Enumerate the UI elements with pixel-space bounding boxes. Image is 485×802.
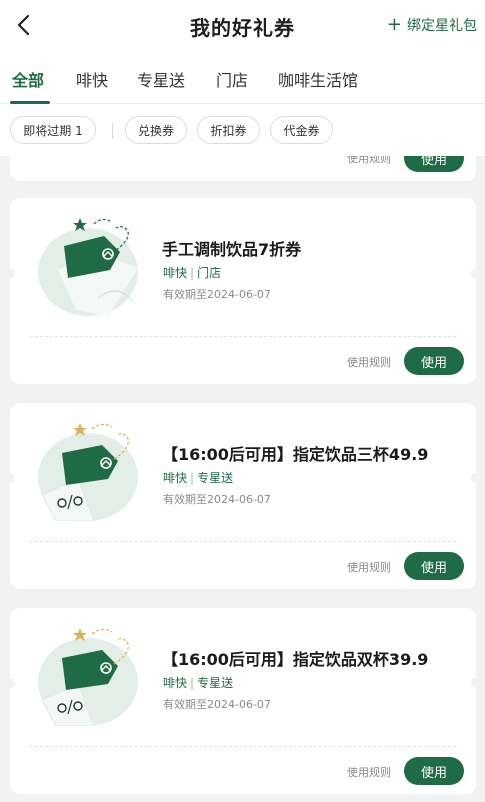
coupon-validity: 有效期至2024-06-07 (163, 288, 271, 301)
coupon-card: 使用规则 使用 (10, 156, 476, 181)
usage-rules-link[interactable]: 使用规则 (347, 156, 391, 166)
coupon-title: 【16:00后可用】指定饮品双杯39.9 (162, 650, 429, 669)
coupon-title: 【16:00后可用】指定饮品三杯49.9 (162, 445, 429, 464)
coupon-channels: 啡快 | 专星送 (163, 471, 234, 485)
channel-label: 啡快 (163, 676, 188, 690)
bind-star-gift-button[interactable]: + 绑定星礼包 (387, 15, 477, 35)
category-tabs: 全部 啡快 专星送 门店 咖啡生活馆 (0, 50, 485, 104)
filter-bar: 即将过期 1 兑换券 折扣券 代金券 (0, 104, 485, 156)
channel-label: 门店 (197, 266, 222, 280)
usage-rules-link[interactable]: 使用规则 (347, 559, 391, 575)
tab-coffee-house[interactable]: 咖啡生活馆 (278, 67, 358, 91)
top-bar: 我的好礼券 + 绑定星礼包 (0, 0, 485, 50)
plus-icon: + (386, 14, 402, 35)
bind-star-gift-label: 绑定星礼包 (407, 18, 477, 34)
tab-express[interactable]: 啡快 (76, 67, 108, 91)
coupon-list[interactable]: 使用规则 使用 手工调制饮品7折券 啡快 | 门店 有效期至2024-06-07 使… (0, 156, 485, 802)
channel-label: 啡快 (163, 266, 188, 280)
use-button[interactable]: 使用 (404, 156, 464, 172)
card-notch (471, 678, 481, 688)
card-notch (471, 473, 481, 483)
coupon-tag-illustration (38, 218, 138, 316)
card-notch (471, 268, 481, 278)
filter-voucher-chip[interactable]: 代金券 (270, 116, 333, 144)
tab-all[interactable]: 全部 (12, 67, 44, 91)
coupon-validity: 有效期至2024-06-07 (163, 698, 271, 711)
usage-rules-link[interactable]: 使用规则 (347, 354, 391, 370)
card-divider (30, 746, 456, 747)
card-notch (5, 678, 15, 688)
filter-divider (112, 123, 113, 139)
coupon-card: 【16:00后可用】指定饮品三杯49.9 啡快 | 专星送 有效期至2024-06-… (5, 403, 481, 589)
coupon-channels: 啡快 | 专星送 (163, 676, 234, 690)
coupon-validity: 有效期至2024-06-07 (163, 493, 271, 506)
use-button[interactable]: 使用 (404, 347, 464, 375)
card-divider (30, 336, 456, 337)
filter-expiring-chip[interactable]: 即将过期 1 (10, 116, 96, 144)
filter-discount-chip[interactable]: 折扣券 (197, 116, 260, 144)
tab-store[interactable]: 门店 (216, 67, 248, 91)
tab-delivery[interactable]: 专星送 (137, 67, 185, 91)
channel-label: 啡快 (163, 471, 188, 485)
usage-rules-link[interactable]: 使用规则 (347, 764, 391, 780)
card-divider (30, 541, 456, 542)
use-button[interactable]: 使用 (404, 552, 464, 580)
channel-label: 专星送 (197, 676, 234, 690)
coupon-title: 手工调制饮品7折券 (162, 240, 302, 259)
card-notch (5, 473, 15, 483)
channel-label: 专星送 (197, 471, 234, 485)
card-notch (5, 268, 15, 278)
filter-exchange-chip[interactable]: 兑换券 (125, 116, 187, 144)
coupon-card: 【16:00后可用】指定饮品双杯39.9 啡快 | 专星送 有效期至2024-06-… (5, 608, 481, 794)
coupon-channels: 啡快 | 门店 (163, 266, 222, 280)
use-button[interactable]: 使用 (404, 757, 464, 785)
coupon-card: 手工调制饮品7折券 啡快 | 门店 有效期至2024-06-07 使用规则 使用 (5, 198, 481, 384)
coupon-tag-illustration (38, 423, 138, 521)
coupon-tag-illustration (38, 628, 138, 726)
